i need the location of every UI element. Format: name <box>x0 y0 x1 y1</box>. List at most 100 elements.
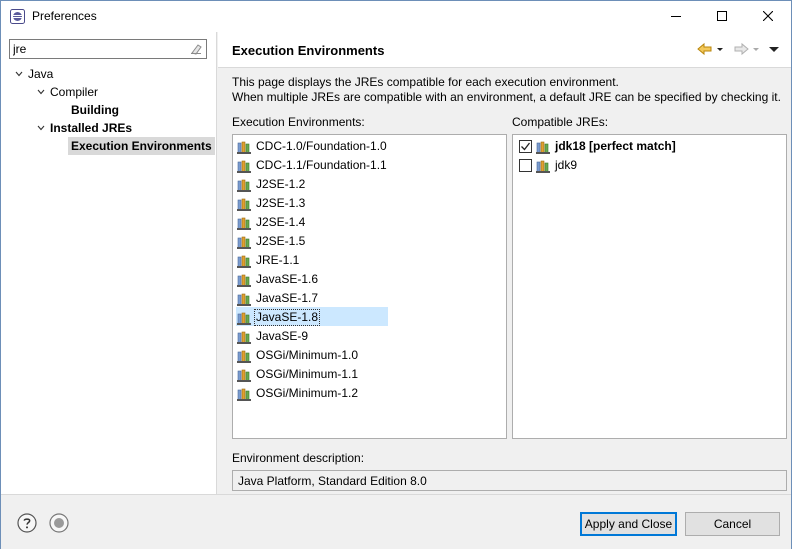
environment-list-item[interactable]: J2SE-1.2 <box>237 175 307 194</box>
environment-list-item[interactable]: JavaSE-1.8 <box>237 308 321 327</box>
cancel-button[interactable]: Cancel <box>685 512 780 536</box>
title-bar: Preferences <box>1 1 791 32</box>
tree-item-execution-environments[interactable]: Execution Environments <box>68 137 215 155</box>
close-button[interactable] <box>745 1 791 31</box>
jre-library-icon <box>237 160 251 173</box>
list-item-jdk9[interactable]: jdk9 <box>519 156 579 175</box>
environment-label: CDC-1.1/Foundation-1.1 <box>256 158 387 172</box>
tree-item-label: Java <box>28 67 54 81</box>
maximize-icon <box>717 11 727 21</box>
environment-label: CDC-1.0/Foundation-1.0 <box>256 139 387 153</box>
environment-label: OSGi/Minimum-1.0 <box>256 348 359 362</box>
expand-chevron-icon[interactable] <box>13 68 25 80</box>
close-icon <box>763 11 773 21</box>
page-description: This page displays the JREs compatible f… <box>232 75 781 105</box>
environment-list-item[interactable]: JavaSE-9 <box>237 327 310 346</box>
environment-label: OSGi/Minimum-1.1 <box>256 367 359 381</box>
environment-label: J2SE-1.5 <box>256 234 306 248</box>
jre-library-icon <box>237 293 251 306</box>
filter-input[interactable] <box>13 41 183 57</box>
expand-chevron-icon[interactable] <box>35 122 47 134</box>
description-line: This page displays the JREs compatible f… <box>232 75 619 89</box>
tree-item-label: Execution Environments <box>68 137 215 155</box>
preference-page: Execution Environments This page display… <box>218 32 791 494</box>
environment-list-item[interactable]: J2SE-1.5 <box>237 232 307 251</box>
jre-library-icon <box>237 350 251 363</box>
environment-label: JavaSE-1.8 <box>254 309 321 326</box>
compatible-jres-list[interactable]: jdk18 [perfect match] jdk9 <box>512 134 787 439</box>
clear-filter-icon[interactable] <box>189 42 203 56</box>
environment-label: J2SE-1.3 <box>256 196 306 210</box>
preferences-sidebar: Java Compiler Building Installed JREs Ex… <box>1 32 217 494</box>
environment-list-item[interactable]: CDC-1.1/Foundation-1.1 <box>237 156 389 175</box>
tree-item-label: Installed JREs <box>50 121 133 135</box>
jdk9-checkbox[interactable] <box>519 159 532 172</box>
jre-library-icon <box>237 236 251 249</box>
jre-library-icon <box>237 388 251 401</box>
description-line: When multiple JREs are compatible with a… <box>232 90 781 104</box>
jdk18-checkbox[interactable] <box>519 140 532 153</box>
environment-list-item[interactable]: CDC-1.0/Foundation-1.0 <box>237 137 389 156</box>
minimize-button[interactable] <box>653 1 699 31</box>
import-export-icon[interactable] <box>49 513 69 533</box>
environments-label: Execution Environments: <box>232 115 365 129</box>
jre-library-icon <box>536 141 550 154</box>
page-title: Execution Environments <box>232 43 385 58</box>
environment-list-item[interactable]: OSGi/Minimum-1.2 <box>237 384 360 403</box>
tree-item-installed-jres[interactable]: Installed JREs <box>35 119 135 137</box>
jre-library-icon <box>237 312 251 325</box>
jre-label: jdk9 <box>555 158 578 172</box>
environment-label: JRE-1.1 <box>256 253 300 267</box>
jre-library-icon <box>237 369 251 382</box>
dialog-button-bar: Apply and Close Cancel <box>1 494 791 549</box>
forward-history-dropdown-icon[interactable] <box>751 42 761 56</box>
environment-description-field: Java Platform, Standard Edition 8.0 <box>232 470 787 491</box>
environment-label: J2SE-1.4 <box>256 215 306 229</box>
environment-list-item[interactable]: J2SE-1.3 <box>237 194 307 213</box>
filter-field[interactable] <box>9 39 207 59</box>
apply-and-close-button[interactable]: Apply and Close <box>580 512 677 536</box>
help-icon[interactable] <box>17 513 37 533</box>
jre-library-icon <box>536 160 550 173</box>
tree-item-label: Compiler <box>50 85 99 99</box>
maximize-button[interactable] <box>699 1 745 31</box>
window-title: Preferences <box>32 9 97 23</box>
environment-list-item[interactable]: OSGi/Minimum-1.1 <box>237 365 360 384</box>
jre-library-icon <box>237 274 251 287</box>
minimize-icon <box>671 16 681 17</box>
jre-library-icon <box>237 141 251 154</box>
environment-label: JavaSE-9 <box>256 329 309 343</box>
jre-label: jdk18 [perfect match] <box>555 139 676 153</box>
page-navigation <box>697 42 781 56</box>
jre-library-icon <box>237 331 251 344</box>
environment-label: J2SE-1.2 <box>256 177 306 191</box>
environment-label: JavaSE-1.7 <box>256 291 319 305</box>
view-menu-icon[interactable] <box>767 42 781 56</box>
back-arrow-icon[interactable] <box>697 42 713 56</box>
jre-library-icon <box>237 217 251 230</box>
expand-chevron-icon[interactable] <box>35 86 47 98</box>
forward-arrow-icon[interactable] <box>733 42 749 56</box>
checkmark-icon <box>521 142 531 151</box>
jre-library-icon <box>237 255 251 268</box>
preferences-window: Preferences Java <box>0 0 792 549</box>
jre-library-icon <box>237 198 251 211</box>
tree-item-label: Building <box>71 103 119 117</box>
environment-description-label: Environment description: <box>232 451 365 465</box>
environment-list-item[interactable]: OSGi/Minimum-1.0 <box>237 346 360 365</box>
environments-list[interactable]: CDC-1.0/Foundation-1.0 CDC-1.1/Foundation… <box>232 134 507 439</box>
compatible-jres-label: Compatible JREs: <box>512 115 609 129</box>
back-history-dropdown-icon[interactable] <box>715 42 725 56</box>
environment-list-item[interactable]: JavaSE-1.7 <box>237 289 320 308</box>
environment-list-item[interactable]: JRE-1.1 <box>237 251 301 270</box>
environment-label: OSGi/Minimum-1.2 <box>256 386 359 400</box>
list-item-jdk18[interactable]: jdk18 [perfect match] <box>519 137 678 156</box>
eclipse-app-icon <box>10 9 25 24</box>
environment-list-item[interactable]: J2SE-1.4 <box>237 213 307 232</box>
tree-item-building[interactable]: Building <box>68 101 122 119</box>
tree-item-java[interactable]: Java <box>13 65 56 83</box>
jre-library-icon <box>237 179 251 192</box>
environment-list-item[interactable]: JavaSE-1.6 <box>237 270 320 289</box>
tree-item-compiler[interactable]: Compiler <box>35 83 101 101</box>
page-header: Execution Environments <box>218 32 791 68</box>
